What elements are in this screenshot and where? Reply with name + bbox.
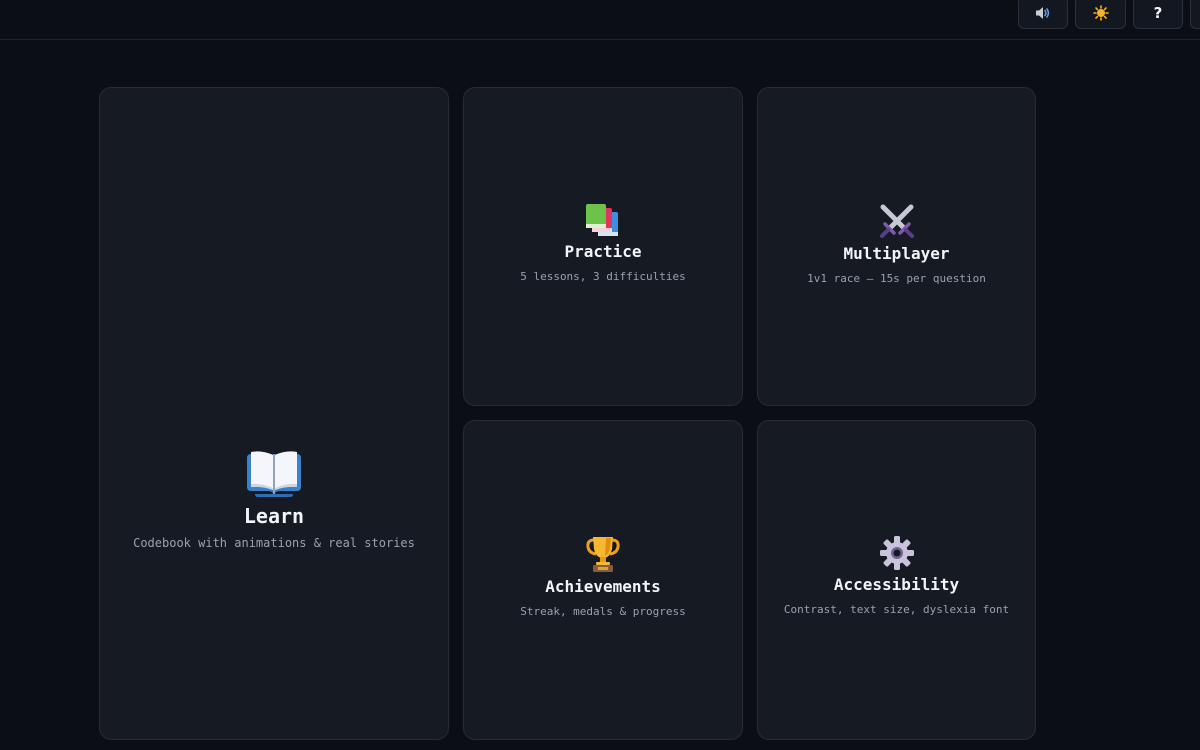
achievements-subtitle: Streak, medals & progress: [520, 605, 686, 618]
more-button[interactable]: [1190, 0, 1200, 29]
help-button[interactable]: ?: [1133, 0, 1183, 29]
achievements-title: Achievements: [545, 577, 661, 596]
multiplayer-title: Multiplayer: [843, 244, 950, 263]
top-bar: ?: [0, 0, 1200, 40]
multiplayer-card[interactable]: Multiplayer 1v1 race — 15s per question: [757, 87, 1036, 406]
accessibility-card[interactable]: Accessibility Contrast, text size, dysle…: [757, 420, 1036, 740]
practice-title: Practice: [564, 242, 642, 261]
practice-card[interactable]: Practice 5 lessons, 3 difficulties: [463, 87, 743, 406]
help-icon: ?: [1153, 3, 1163, 22]
learn-title: Learn: [243, 504, 305, 528]
achievements-card[interactable]: Achievements Streak, medals & progress: [463, 420, 743, 740]
trophy-icon: [586, 537, 620, 572]
multiplayer-subtitle: 1v1 race — 15s per question: [807, 272, 986, 285]
speaker-icon: [1036, 6, 1050, 19]
sun-icon: [1092, 4, 1109, 21]
learn-card[interactable]: Learn Codebook with animations & real st…: [99, 87, 449, 740]
theme-toggle-button[interactable]: [1075, 0, 1126, 29]
open-book-icon: [247, 451, 301, 497]
practice-subtitle: 5 lessons, 3 difficulties: [520, 270, 686, 283]
books-icon: [586, 204, 618, 236]
sound-toggle-button[interactable]: [1018, 0, 1068, 29]
learn-subtitle: Codebook with animations & real stories: [133, 536, 415, 550]
accessibility-title: Accessibility: [833, 575, 960, 594]
accessibility-subtitle: Contrast, text size, dyslexia font: [783, 603, 1010, 616]
crossed-swords-icon: [879, 204, 914, 238]
gear-icon: [879, 536, 914, 570]
